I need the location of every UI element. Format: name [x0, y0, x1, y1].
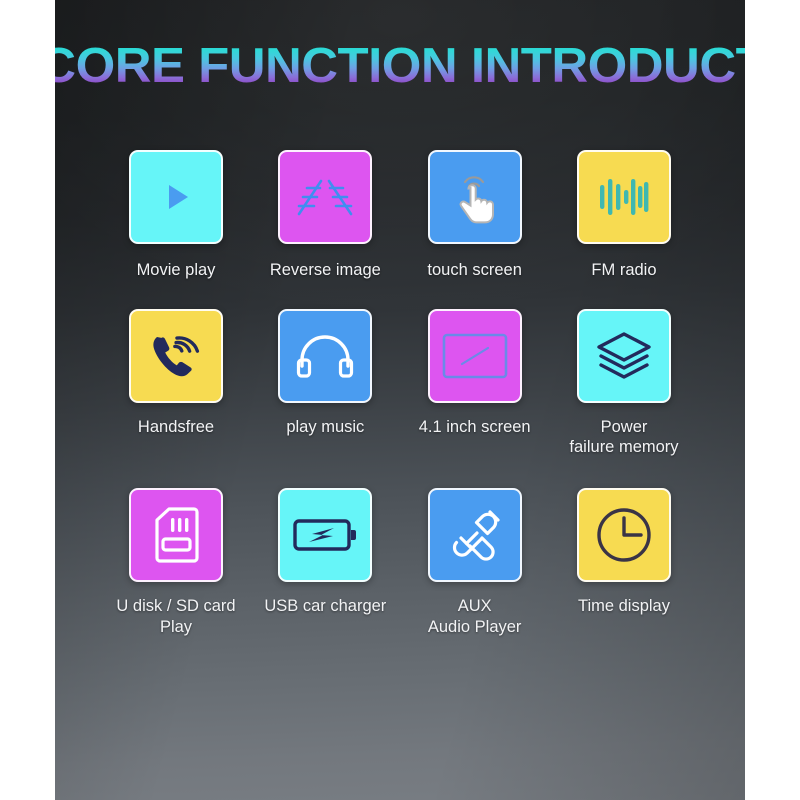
feature-panel: CORE FUNCTION INTRODUCTION Movie play — [55, 0, 745, 800]
feature-label: U disk / SD card Play — [116, 596, 236, 636]
headphones-icon — [296, 332, 354, 380]
feature-label: Power failure memory — [569, 417, 679, 457]
page-title-container: CORE FUNCTION INTRODUCTION — [55, 42, 745, 91]
feature-label: Time display — [577, 596, 670, 615]
sd-card-icon — [153, 507, 199, 563]
tile-fm-radio[interactable] — [576, 150, 671, 244]
feature-label: Reverse image — [269, 261, 381, 279]
feature-row: U disk / SD card Play USB car charger AU… — [55, 487, 745, 637]
tile-aux-audio-player[interactable] — [427, 487, 522, 582]
feature-label: USB car charger — [264, 596, 387, 615]
layers-icon — [595, 330, 653, 382]
tile-screen-size[interactable] — [427, 308, 522, 403]
feature-label: Movie play — [136, 261, 216, 279]
feature-item-screen-size[interactable]: 4.1 inch screen — [410, 308, 540, 458]
battery-charging-icon — [293, 515, 357, 555]
poster-canvas: CORE FUNCTION INTRODUCTION Movie play — [0, 0, 800, 800]
tile-usb-car-charger[interactable] — [278, 487, 373, 582]
feature-label: play music — [286, 417, 365, 436]
feature-label: Handsfree — [137, 417, 215, 436]
tile-movie-play[interactable] — [129, 150, 223, 244]
page-title: CORE FUNCTION INTRODUCTION — [55, 42, 745, 91]
touch-hand-icon — [448, 169, 502, 225]
tile-power-failure-memory[interactable] — [576, 308, 671, 403]
feature-grid: Movie play Reverse image touch screen FM… — [55, 150, 745, 637]
clock-icon — [594, 505, 654, 565]
tile-sd-card[interactable] — [129, 487, 223, 582]
tile-play-music[interactable] — [278, 308, 373, 403]
feature-item-usb-car-charger[interactable]: USB car charger — [260, 487, 390, 637]
tile-touch-screen[interactable] — [427, 150, 522, 244]
feature-item-power-failure-memory[interactable]: Power failure memory — [559, 308, 689, 458]
feature-item-reverse-image[interactable]: Reverse image — [260, 150, 390, 281]
feature-label: AUX Audio Player — [427, 596, 522, 636]
waveform-icon — [598, 173, 650, 221]
screen-icon — [442, 333, 508, 379]
audio-plug-icon — [446, 506, 504, 564]
feature-row: Handsfree play music 4.1 inch screen Pow… — [55, 308, 745, 458]
tile-time-display[interactable] — [576, 487, 671, 582]
tile-reverse-image[interactable] — [278, 150, 373, 244]
feature-item-handsfree[interactable]: Handsfree — [111, 308, 241, 458]
feature-item-aux-audio-player[interactable]: AUX Audio Player — [410, 487, 540, 637]
play-icon — [154, 175, 198, 219]
feature-label: 4.1 inch screen — [418, 417, 531, 436]
feature-row: Movie play Reverse image touch screen FM… — [55, 150, 745, 281]
feature-item-time-display[interactable]: Time display — [559, 487, 689, 637]
feature-item-movie-play[interactable]: Movie play — [111, 150, 241, 281]
tile-handsfree[interactable] — [129, 308, 223, 403]
feature-item-fm-radio[interactable]: FM radio — [559, 150, 689, 281]
feature-item-touch-screen[interactable]: touch screen — [410, 150, 540, 281]
feature-label: FM radio — [591, 261, 657, 279]
feature-item-play-music[interactable]: play music — [260, 308, 390, 458]
phone-call-icon — [147, 328, 205, 384]
feature-item-sd-card[interactable]: U disk / SD card Play — [111, 487, 241, 637]
parking-guide-icon — [294, 174, 356, 220]
feature-label: touch screen — [427, 261, 522, 279]
